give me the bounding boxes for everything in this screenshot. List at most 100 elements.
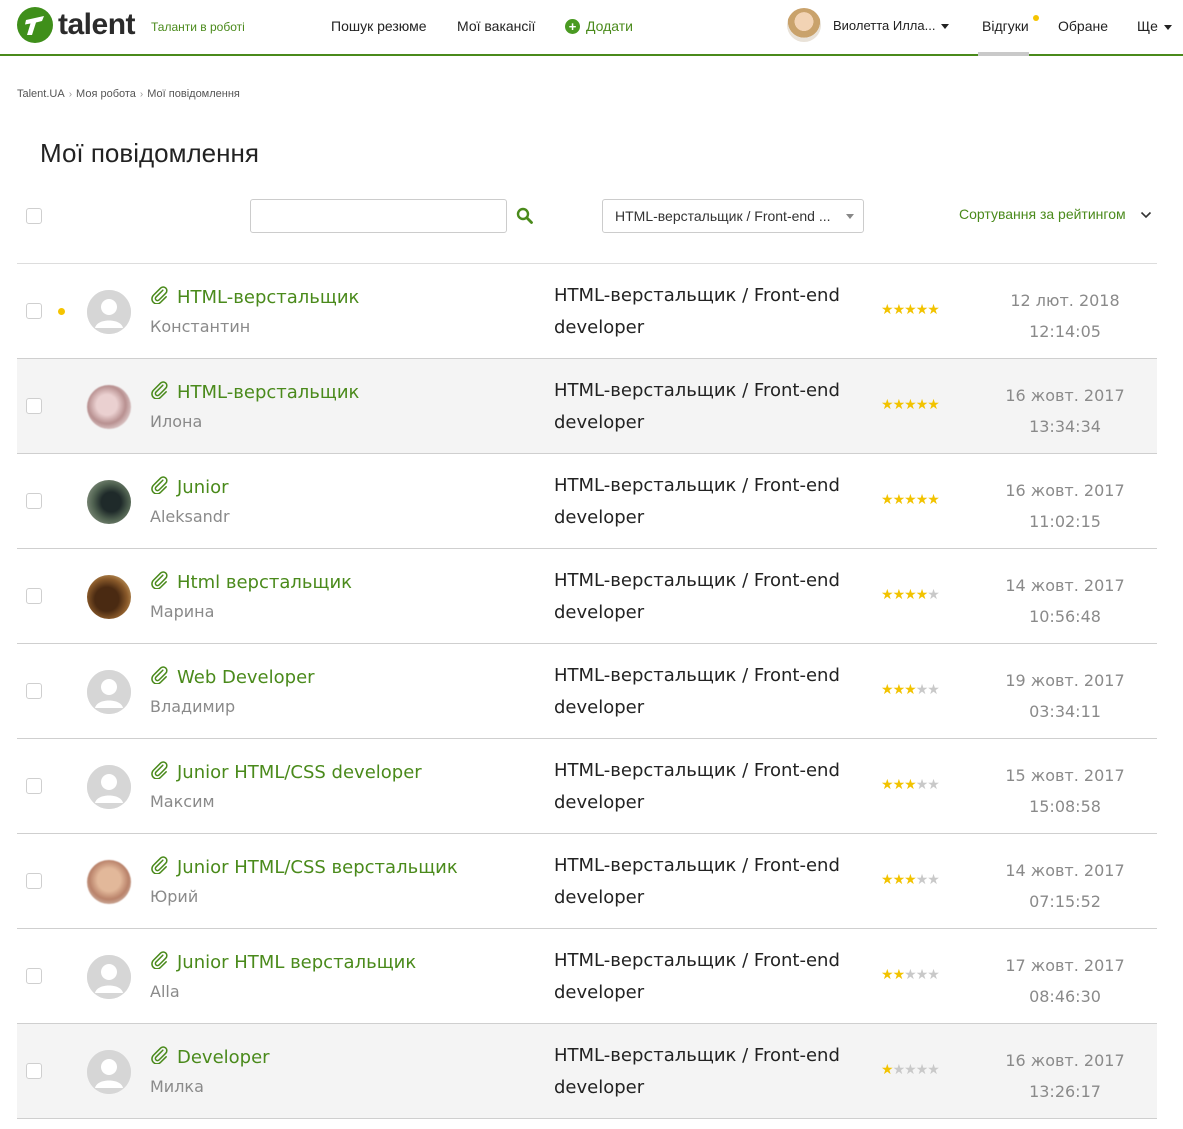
star-filled-icon[interactable]: ★ [916,492,929,508]
star-filled-icon[interactable]: ★ [904,397,917,413]
message-row[interactable]: Html верстальщик Марина HTML-верстальщик… [17,549,1157,644]
rating-stars[interactable]: ★★★★★ [881,1062,940,1078]
star-filled-icon[interactable]: ★ [893,967,906,983]
message-title-link[interactable]: Developer [150,1045,270,1069]
user-menu[interactable]: Виолетта Илла... [833,18,950,33]
star-filled-icon[interactable]: ★ [893,682,906,698]
row-checkbox[interactable] [26,873,42,889]
star-empty-icon[interactable]: ★ [904,1062,917,1078]
star-filled-icon[interactable]: ★ [927,302,940,318]
nav-search-resumes[interactable]: Пошук резюме [331,18,427,34]
talent-logo[interactable]: talent [17,5,136,45]
star-filled-icon[interactable]: ★ [904,302,917,318]
message-row[interactable]: Developer Милка HTML-верстальщик / Front… [17,1024,1157,1119]
star-filled-icon[interactable]: ★ [916,397,929,413]
star-empty-icon[interactable]: ★ [893,1062,906,1078]
message-title-link[interactable]: HTML-верстальщик [150,285,359,309]
nav-add-button[interactable]: + Додати [565,18,633,34]
select-all-checkbox[interactable] [26,208,42,224]
message-title-link[interactable]: Junior HTML/CSS developer [150,760,422,784]
star-filled-icon[interactable]: ★ [904,682,917,698]
message-title-link[interactable]: HTML-верстальщик [150,380,359,404]
breadcrumb-item[interactable]: Talent.UA [17,88,65,100]
star-filled-icon[interactable]: ★ [927,397,940,413]
star-empty-icon[interactable]: ★ [927,777,940,793]
logo-text: talent [58,8,136,41]
star-filled-icon[interactable]: ★ [904,872,917,888]
rating-stars[interactable]: ★★★★★ [881,682,940,698]
rating-stars[interactable]: ★★★★★ [881,872,940,888]
page-title: Мої повідомлення [40,138,259,168]
star-empty-icon[interactable]: ★ [916,872,929,888]
breadcrumb-item[interactable]: Моя робота [76,88,136,100]
star-empty-icon[interactable]: ★ [916,777,929,793]
row-checkbox[interactable] [26,683,42,699]
star-empty-icon[interactable]: ★ [916,682,929,698]
row-checkbox[interactable] [26,303,42,319]
rating-stars[interactable]: ★★★★★ [881,967,940,983]
star-empty-icon[interactable]: ★ [927,682,940,698]
nav-responses[interactable]: Відгуки [982,18,1029,34]
star-filled-icon[interactable]: ★ [904,587,917,603]
star-filled-icon[interactable]: ★ [881,872,894,888]
star-filled-icon[interactable]: ★ [881,1062,894,1078]
star-filled-icon[interactable]: ★ [916,587,929,603]
star-empty-icon[interactable]: ★ [904,967,917,983]
user-avatar[interactable] [787,8,821,42]
row-checkbox[interactable] [26,778,42,794]
vacancy-filter-select[interactable]: HTML-верстальщик / Front-end ... [602,199,864,233]
star-empty-icon[interactable]: ★ [927,587,940,603]
star-empty-icon[interactable]: ★ [927,967,940,983]
message-row[interactable]: Junior HTML/CSS developer Максим HTML-ве… [17,739,1157,834]
rating-stars[interactable]: ★★★★★ [881,777,940,793]
star-filled-icon[interactable]: ★ [893,587,906,603]
star-filled-icon[interactable]: ★ [881,492,894,508]
rating-stars[interactable]: ★★★★★ [881,302,940,318]
star-filled-icon[interactable]: ★ [904,777,917,793]
search-icon[interactable] [516,207,534,225]
message-title-link[interactable]: Web Developer [150,665,315,689]
star-filled-icon[interactable]: ★ [893,872,906,888]
paperclip-icon [150,855,169,879]
nav-more[interactable]: Ще [1137,18,1172,34]
star-empty-icon[interactable]: ★ [927,872,940,888]
star-filled-icon[interactable]: ★ [893,302,906,318]
star-filled-icon[interactable]: ★ [893,492,906,508]
rating-stars[interactable]: ★★★★★ [881,492,940,508]
rating-stars[interactable]: ★★★★★ [881,397,940,413]
message-row[interactable]: Junior HTML/CSS верстальщик Юрий HTML-ве… [17,834,1157,929]
star-filled-icon[interactable]: ★ [881,302,894,318]
star-filled-icon[interactable]: ★ [893,777,906,793]
message-row[interactable]: Junior HTML верстальщик Alla HTML-верста… [17,929,1157,1024]
star-filled-icon[interactable]: ★ [893,397,906,413]
message-row[interactable]: HTML-верстальщик Илона HTML-верстальщик … [17,359,1157,454]
message-row[interactable]: HTML-верстальщик Константин HTML-верстал… [17,264,1157,359]
message-title-link[interactable]: Junior HTML верстальщик [150,950,416,974]
row-checkbox[interactable] [26,968,42,984]
star-filled-icon[interactable]: ★ [904,492,917,508]
star-filled-icon[interactable]: ★ [927,492,940,508]
star-filled-icon[interactable]: ★ [916,302,929,318]
row-checkbox[interactable] [26,398,42,414]
message-row[interactable]: Junior Aleksandr HTML-верстальщик / Fron… [17,454,1157,549]
message-row[interactable]: Web Developer Владимир HTML-верстальщик … [17,644,1157,739]
search-input[interactable] [250,199,507,233]
star-filled-icon[interactable]: ★ [881,587,894,603]
rating-stars[interactable]: ★★★★★ [881,587,940,603]
message-title-link[interactable]: Junior HTML/CSS верстальщик [150,855,458,879]
star-empty-icon[interactable]: ★ [916,1062,929,1078]
nav-favorites[interactable]: Обране [1058,18,1108,34]
star-filled-icon[interactable]: ★ [881,397,894,413]
nav-my-vacancies[interactable]: Мої вакансії [457,18,535,34]
row-checkbox[interactable] [26,1063,42,1079]
star-filled-icon[interactable]: ★ [881,777,894,793]
row-checkbox[interactable] [26,493,42,509]
star-filled-icon[interactable]: ★ [881,967,894,983]
star-empty-icon[interactable]: ★ [916,967,929,983]
message-title-link[interactable]: Html верстальщик [150,570,352,594]
sort-dropdown[interactable]: Сортування за рейтингом [959,206,1152,222]
star-empty-icon[interactable]: ★ [927,1062,940,1078]
star-filled-icon[interactable]: ★ [881,682,894,698]
row-checkbox[interactable] [26,588,42,604]
message-title-link[interactable]: Junior [150,475,229,499]
